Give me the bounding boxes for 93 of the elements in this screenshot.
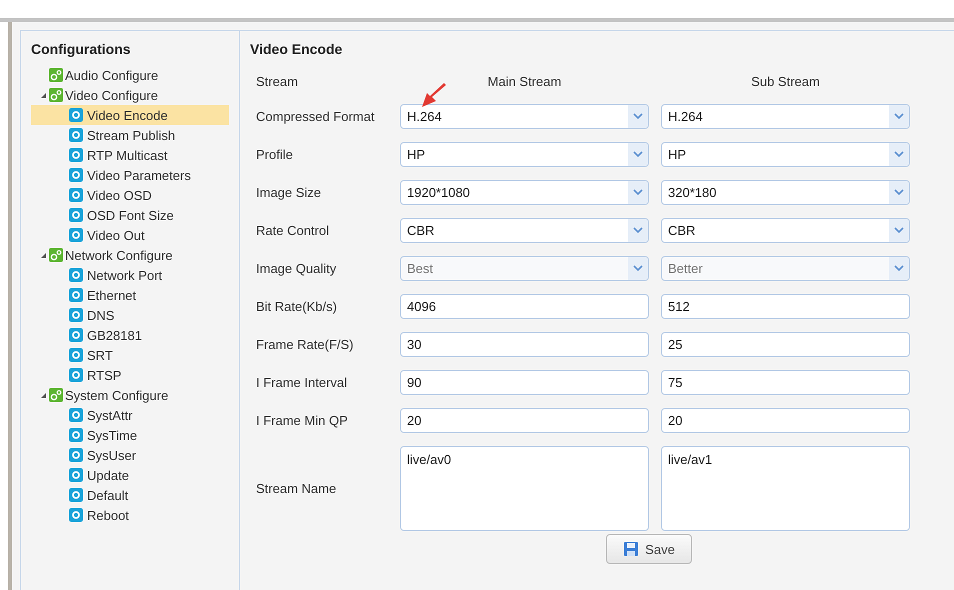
gear-icon	[69, 488, 83, 502]
gear-icon	[69, 468, 83, 482]
tree-item[interactable]: Stream Publish	[31, 125, 229, 145]
column-header: Stream	[256, 72, 299, 90]
tree-item[interactable]: Video Out	[31, 225, 229, 245]
gear-icon	[69, 168, 83, 182]
chevron-down-icon	[633, 113, 643, 120]
gear-icon	[69, 208, 83, 222]
gear-icon	[69, 128, 83, 142]
tree-item[interactable]: Video OSD	[31, 185, 229, 205]
chevron-down-icon	[894, 189, 904, 196]
dropdown[interactable]: 320*180	[661, 180, 910, 205]
gear-icon	[69, 108, 83, 122]
gears-icon	[49, 68, 63, 82]
gear-icon	[69, 508, 83, 522]
field-label: Bit Rate(Kb/s)	[256, 299, 338, 314]
gears-icon	[49, 388, 63, 402]
gear-icon	[69, 448, 83, 462]
dropdown[interactable]: H.264	[400, 104, 649, 129]
chevron-down-icon	[894, 227, 904, 234]
gear-icon	[69, 428, 83, 442]
field-label: Image Size	[256, 185, 322, 200]
text-area[interactable]: live/av1	[661, 446, 910, 531]
gear-icon	[69, 408, 83, 422]
gear-icon	[69, 148, 83, 162]
gear-icon	[69, 308, 83, 322]
tree-item[interactable]: Reboot	[31, 505, 229, 525]
gears-icon	[49, 88, 63, 102]
tree-item[interactable]: OSD Font Size	[31, 205, 229, 225]
field-label: Compressed Format	[256, 109, 376, 124]
field-label: Frame Rate(F/S)	[256, 337, 355, 352]
tree-item[interactable]: SystAttr	[31, 405, 229, 425]
input-field[interactable]: 30	[400, 332, 649, 357]
tree-item[interactable]: DNS	[31, 305, 229, 325]
tree-item[interactable]: Video Encode	[31, 105, 229, 125]
gear-icon	[69, 188, 83, 202]
field-label: I Frame Interval	[256, 375, 348, 390]
field-label: Image Quality	[256, 261, 338, 276]
chevron-down-icon	[894, 151, 904, 158]
gears-icon	[49, 248, 63, 262]
field-label: Rate Control	[256, 223, 330, 238]
page-title: Video Encode	[250, 41, 344, 57]
input-field[interactable]: 20	[400, 408, 649, 433]
tree-item[interactable]: SRT	[31, 345, 229, 365]
expanded-triangle-icon[interactable]	[40, 392, 46, 398]
column-header: Sub Stream	[750, 72, 821, 90]
dropdown[interactable]: HP	[661, 142, 910, 167]
expanded-triangle-icon[interactable]	[40, 92, 46, 98]
field-label: Stream Name	[256, 481, 338, 496]
gear-icon	[69, 268, 83, 282]
tree-item[interactable]: Default	[31, 485, 229, 505]
tree-item[interactable]: Update	[31, 465, 229, 485]
gear-icon	[69, 348, 83, 362]
tree-item[interactable]: SysUser	[31, 445, 229, 465]
dropdown[interactable]: CBR	[400, 218, 649, 243]
chevron-down-icon	[633, 265, 643, 272]
field-label: I Frame Min QP	[256, 413, 349, 428]
tree-item[interactable]: RTSP	[31, 365, 229, 385]
dropdown[interactable]: CBR	[661, 218, 910, 243]
chevron-down-icon	[894, 265, 904, 272]
tree-group[interactable]: Network Configure	[65, 248, 173, 262]
gear-icon	[69, 288, 83, 302]
tree-item[interactable]: Network Port	[31, 265, 229, 285]
input-field[interactable]: 90	[400, 370, 649, 395]
save-button[interactable]: Save	[606, 534, 692, 564]
tree-item[interactable]: Ethernet	[31, 285, 229, 305]
column-header: Main Stream	[486, 72, 562, 90]
gear-icon	[69, 368, 83, 382]
chevron-down-icon	[894, 113, 904, 120]
input-field[interactable]: 20	[661, 408, 910, 433]
gear-icon	[69, 228, 83, 242]
field-label: Profile	[256, 147, 294, 162]
tree-item[interactable]: GB28181	[31, 325, 229, 345]
input-field[interactable]: 4096	[400, 294, 649, 319]
tree-group[interactable]: System Configure	[65, 388, 168, 402]
dropdown[interactable]: 1920*1080	[400, 180, 649, 205]
input-field[interactable]: 512	[661, 294, 910, 319]
chevron-down-icon	[633, 151, 643, 158]
input-field[interactable]: 75	[661, 370, 910, 395]
tree-group[interactable]: Video Configure	[65, 88, 158, 102]
tree-item[interactable]: SysTime	[31, 425, 229, 445]
expanded-triangle-icon[interactable]	[40, 252, 46, 258]
chevron-down-icon	[633, 227, 643, 234]
chevron-down-icon	[633, 189, 643, 196]
gear-icon	[69, 328, 83, 342]
tree-item[interactable]: Video Parameters	[31, 165, 229, 185]
input-field[interactable]: 25	[661, 332, 910, 357]
dropdown[interactable]: H.264	[661, 104, 910, 129]
text-area[interactable]: live/av0	[400, 446, 649, 531]
sidebar-title: Configurations	[31, 41, 132, 57]
tree-item[interactable]: RTP Multicast	[31, 145, 229, 165]
tree-group[interactable]: Audio Configure	[65, 68, 158, 82]
dropdown[interactable]: HP	[400, 142, 649, 167]
